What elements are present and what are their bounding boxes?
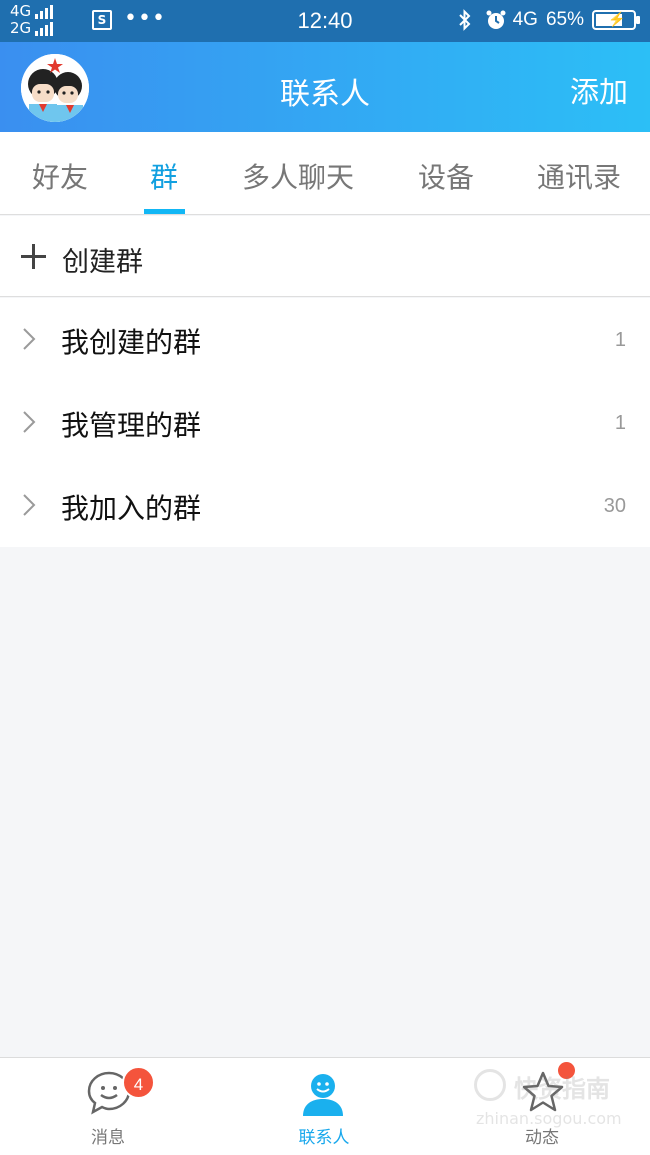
nav-label: 消息 [91, 1128, 125, 1148]
chevron-right-icon [22, 327, 36, 351]
group-category-joined[interactable]: 我加入的群 30 [0, 464, 650, 547]
group-category-label: 我创建的群 [61, 326, 202, 359]
group-count: 30 [603, 495, 626, 517]
star-icon [520, 1070, 566, 1116]
add-button[interactable]: 添加 [570, 69, 628, 111]
group-category-created[interactable]: 我创建的群 1 [0, 298, 650, 381]
active-tab-indicator [144, 209, 185, 214]
tab-groups[interactable]: 群 [150, 156, 178, 196]
bottom-nav: 4 消息 联系人 动态 [0, 1057, 650, 1155]
unread-badge: 4 [122, 1066, 155, 1099]
group-category-label: 我管理的群 [61, 409, 202, 442]
page-title: 联系人 [280, 77, 370, 112]
nav-messages[interactable]: 4 消息 [0, 1058, 216, 1155]
chevron-right-icon [22, 493, 36, 517]
group-category-label: 我加入的群 [61, 492, 202, 525]
nav-feed[interactable]: 动态 [434, 1058, 650, 1155]
tab-address-book[interactable]: 通讯录 [537, 156, 621, 196]
nav-label: 动态 [525, 1128, 559, 1148]
status-bar: 4G 2G S ••• 12:40 4G 65% ⚡ [0, 0, 650, 42]
battery-percent: 65% [545, 9, 584, 30]
chevron-right-icon [22, 410, 36, 434]
plus-icon [21, 244, 46, 269]
contacts-icon [300, 1070, 346, 1116]
battery-icon: ⚡ [592, 10, 640, 30]
bluetooth-icon [457, 9, 477, 31]
tab-friends[interactable]: 好友 [32, 156, 88, 196]
status-right: 4G 65% ⚡ [457, 9, 640, 31]
nav-contacts[interactable]: 联系人 [216, 1058, 432, 1155]
group-category-list: 我创建的群 1 我管理的群 1 我加入的群 30 [0, 298, 650, 547]
tab-multi-chat[interactable]: 多人聊天 [242, 156, 354, 196]
alarm-icon [485, 9, 506, 31]
network-right-label: 4G [512, 9, 538, 30]
tab-bar: 好友 群 多人聊天 设备 通讯录 [0, 132, 650, 215]
create-group-button[interactable]: 创建群 [0, 216, 650, 297]
group-category-managed[interactable]: 我管理的群 1 [0, 381, 650, 464]
group-count: 1 [614, 412, 626, 434]
nav-label: 联系人 [298, 1128, 350, 1148]
tab-devices[interactable]: 设备 [418, 156, 474, 196]
create-group-label: 创建群 [62, 247, 143, 278]
group-count: 1 [614, 329, 626, 351]
app-header: 联系人 添加 [0, 42, 650, 132]
new-activity-dot [558, 1062, 575, 1079]
